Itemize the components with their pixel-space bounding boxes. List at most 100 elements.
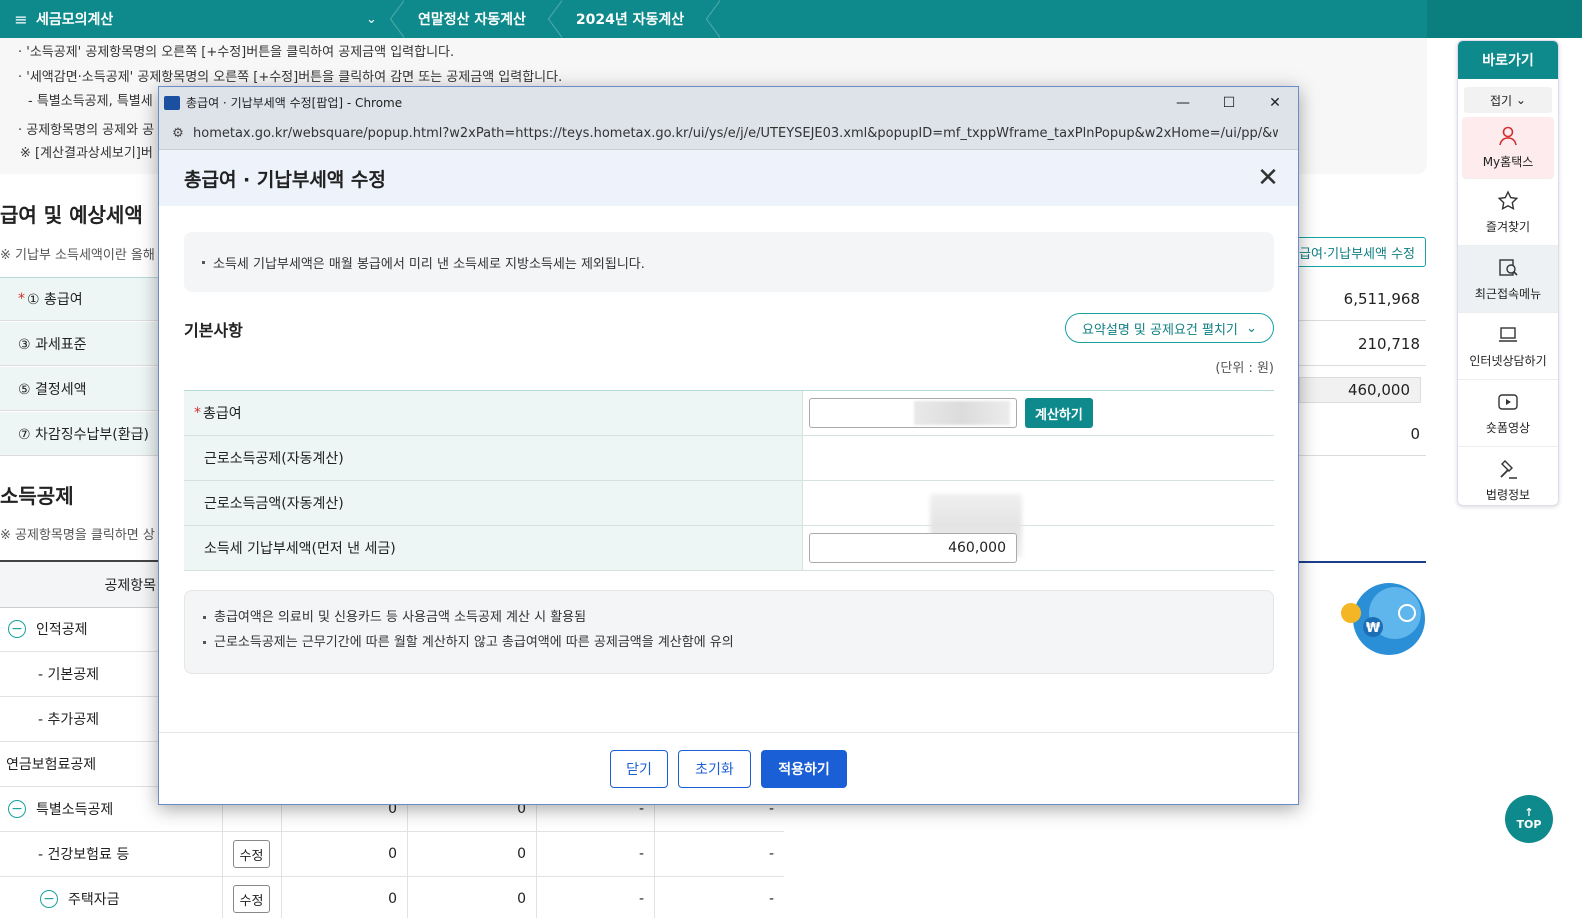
deduction-label[interactable]: - 기본공제 xyxy=(0,652,99,696)
notice-line: · '세액감면·소득공제' 공제항목명의 오른쪽 [+수정]버튼을 클릭하여 감… xyxy=(18,70,563,85)
star-icon xyxy=(1497,189,1519,210)
form-row-total-salary: * 총급여 계산하기 xyxy=(184,391,1274,436)
form-value xyxy=(803,481,1274,525)
table-cell: - xyxy=(654,877,784,918)
top-title[interactable]: 세금모의계산 xyxy=(36,9,366,29)
deduction-label[interactable]: 연금보험료공제 xyxy=(0,742,96,786)
table-cell: 0 xyxy=(281,877,407,918)
window-close-icon[interactable]: ✕ xyxy=(1252,87,1298,118)
redacted-value xyxy=(914,401,1010,425)
table-cell: 0 xyxy=(407,832,536,876)
unit-label: (단위 : 원) xyxy=(1215,361,1274,376)
recent-icon xyxy=(1499,258,1518,276)
gavel-icon xyxy=(1500,459,1517,479)
notice-line: - 특별소득공제, 특별세 xyxy=(28,94,153,109)
maximize-icon[interactable]: ☐ xyxy=(1206,87,1252,118)
form-table: * 총급여 계산하기 근로소득공제(자동계산) 근로소득금액(자동계산) 소득세 … xyxy=(184,390,1274,571)
form-value: 460,000 xyxy=(803,526,1274,570)
apply-button[interactable]: 적용하기 xyxy=(761,750,847,788)
notice-line: · 공제항목명의 공제와 공 xyxy=(18,123,155,138)
chevron-down-icon[interactable]: ⌄ xyxy=(366,12,390,27)
popup-window: 총급여 · 기납부세액 수정[팝업] - Chrome — ☐ ✕ ⚙ home… xyxy=(158,86,1299,805)
table-row: − 주택자금 수정 0 0 - - xyxy=(0,877,784,918)
form-label: 근로소득금액(자동계산) xyxy=(184,481,803,525)
note-box: 총급여액은 의료비 및 신용카드 등 사용금액 소득공제 계산 시 활용됨 근로… xyxy=(184,590,1274,674)
quick-item-favorites[interactable]: 즐겨찾기 xyxy=(1458,179,1558,246)
form-row-prepaid-tax: 소득세 기납부세액(먼저 낸 세금) 460,000 xyxy=(184,526,1274,571)
edit-salary-button[interactable]: 급여·기납부세액 수정 xyxy=(1290,237,1426,267)
table-cell: - xyxy=(536,832,654,876)
breadcrumb-item[interactable]: 2024년 자동계산 xyxy=(547,0,706,38)
deduction-label[interactable]: − 주택자금 xyxy=(0,877,120,918)
notice-line: · '소득공제' 공제항목명의 오른쪽 [+수정]버튼을 클릭하여 공제금액 입… xyxy=(18,45,455,60)
mascot-image: ₩ xyxy=(1341,583,1425,655)
quick-item-law-info[interactable]: 법령정보 xyxy=(1458,447,1558,505)
deduction-label[interactable]: - 건강보험료 등 xyxy=(0,832,129,876)
scroll-top-button[interactable]: ↑ TOP xyxy=(1505,795,1553,843)
collapse-icon[interactable]: − xyxy=(8,620,26,638)
dialog-header: 총급여 · 기납부세액 수정 ✕ xyxy=(159,150,1298,206)
site-settings-icon[interactable]: ⚙ xyxy=(163,126,193,141)
url-text[interactable]: hometax.go.kr/websquare/popup.html?w2xPa… xyxy=(193,126,1278,141)
hamburger-menu-icon[interactable]: ≡ xyxy=(6,10,36,29)
deduction-label[interactable]: − 인적공제 xyxy=(0,607,88,651)
dialog-footer: 닫기 초기화 적용하기 xyxy=(159,732,1298,805)
notice-line: ※ [계산결과상세보기]버 xyxy=(20,146,153,161)
form-row-earned-income-amount: 근로소득금액(자동계산) xyxy=(184,481,1274,526)
prepaid-tax-input[interactable]: 460,000 xyxy=(809,533,1017,563)
form-label: 근로소득공제(자동계산) xyxy=(184,436,803,480)
table-cell: - xyxy=(654,832,784,876)
summary-row-total-salary[interactable]: * ① 총급여 xyxy=(0,277,160,321)
bullet xyxy=(203,641,206,644)
address-bar[interactable]: ⚙ hometax.go.kr/websquare/popup.html?w2x… xyxy=(159,118,1298,150)
quick-item-short-video[interactable]: 숏폼영상 xyxy=(1458,380,1558,447)
close-button[interactable]: 닫기 xyxy=(610,750,668,788)
section-title-deduction: 소득공제 xyxy=(0,484,74,508)
table-row: - 건강보험료 등 수정 0 0 - - xyxy=(0,832,784,877)
quick-item-online-counsel[interactable]: 인터넷상담하기 xyxy=(1458,313,1558,380)
reset-button[interactable]: 초기화 xyxy=(678,750,751,788)
hometax-favicon-icon xyxy=(164,95,180,110)
summary-row-determined-tax: ⑤ 결정세액 xyxy=(0,367,160,411)
quick-item-my-hometax[interactable]: My홈택스 xyxy=(1462,117,1554,179)
video-icon xyxy=(1498,393,1518,410)
close-icon[interactable]: ✕ xyxy=(1254,164,1282,192)
info-text: 소득세 기납부세액은 매월 봉급에서 미리 낸 소득세로 지방소득세는 제외됩니… xyxy=(213,256,645,272)
section-note: ※ 공제항목명을 클릭하면 상 xyxy=(0,528,155,543)
person-icon xyxy=(1499,126,1517,146)
breadcrumb-divider xyxy=(706,0,721,38)
deduction-label[interactable]: − 특별소득공제 xyxy=(0,787,113,831)
bullet xyxy=(203,616,206,619)
svg-text:₩: ₩ xyxy=(1366,621,1381,636)
minimize-icon[interactable]: — xyxy=(1160,87,1206,118)
edit-button[interactable]: 수정 xyxy=(233,840,270,868)
topbar-right-area xyxy=(1427,0,1582,38)
deduction-table-header: 공제항목 xyxy=(0,560,160,608)
quick-item-recent-menu[interactable]: 최근접속메뉴 xyxy=(1458,246,1558,313)
summary-value: 210,718 xyxy=(1299,322,1426,366)
summary-value-input[interactable]: 460,000 xyxy=(1299,377,1421,403)
calculate-button[interactable]: 계산하기 xyxy=(1025,398,1093,428)
summary-row-tax-base: ③ 과세표준 xyxy=(0,322,160,366)
chevron-down-icon: ⌄ xyxy=(1246,320,1258,336)
form-value: 계산하기 xyxy=(803,391,1274,435)
quick-menu-title: 바로가기 xyxy=(1458,41,1558,79)
breadcrumb-item[interactable]: 연말정산 자동계산 xyxy=(390,0,548,38)
deduction-label[interactable]: - 추가공제 xyxy=(0,697,99,741)
summary-value: 0 xyxy=(1299,412,1426,456)
collapse-icon[interactable]: − xyxy=(8,800,26,818)
table-cell: 0 xyxy=(281,832,407,876)
form-label: 소득세 기납부세액(먼저 낸 세금) xyxy=(184,526,803,570)
summary-value: 6,511,968 xyxy=(1299,277,1426,321)
section-title-salary: 급여 및 예상세액 xyxy=(0,203,143,227)
window-title-bar: 총급여 · 기납부세액 수정[팝업] - Chrome — ☐ ✕ xyxy=(159,87,1298,118)
top-label: TOP xyxy=(1516,818,1542,831)
laptop-icon xyxy=(1499,326,1517,342)
fold-button[interactable]: 접기 ⌄ xyxy=(1464,87,1552,113)
edit-button[interactable]: 수정 xyxy=(233,885,270,913)
window-title: 총급여 · 기납부세액 수정[팝업] - Chrome xyxy=(186,96,403,110)
collapse-icon[interactable]: − xyxy=(40,890,58,908)
total-salary-input[interactable] xyxy=(809,398,1017,428)
expand-summary-button[interactable]: 요약설명 및 공제요건 펼치기 ⌄ xyxy=(1065,313,1274,343)
section-note: ※ 기납부 소득세액이란 올해 xyxy=(0,248,155,263)
